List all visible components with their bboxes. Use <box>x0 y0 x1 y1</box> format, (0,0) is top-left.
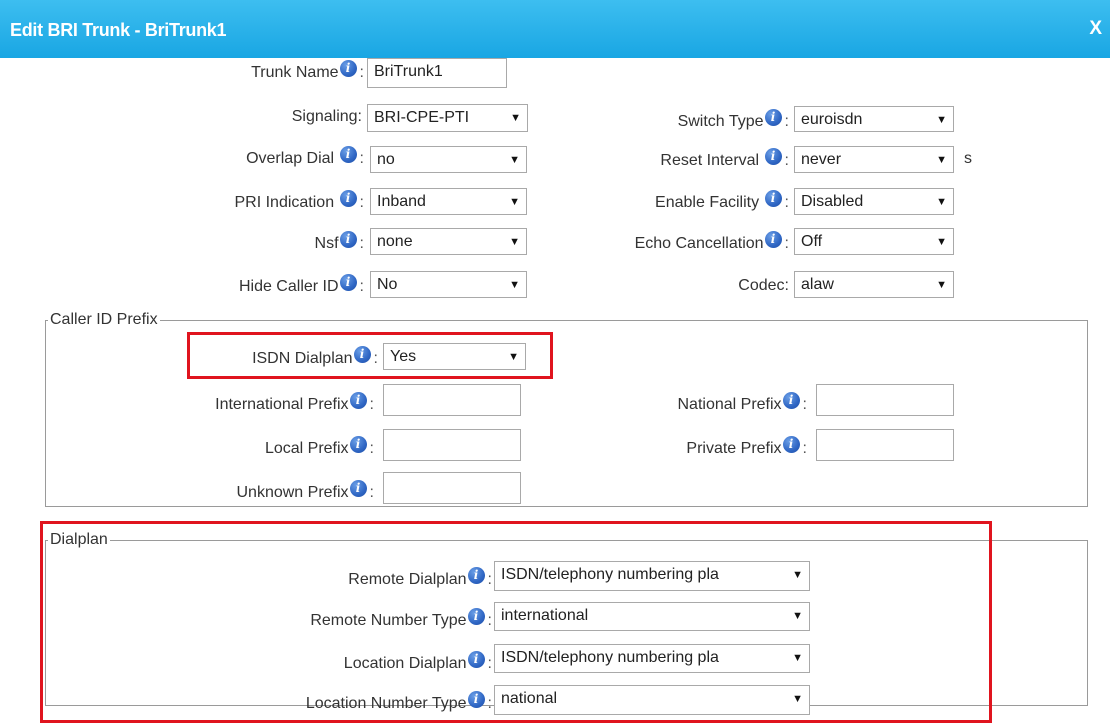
nsf-select[interactable]: none ▼ <box>370 228 527 255</box>
location-dialplan-label: Location Dialplan i: <box>343 651 492 672</box>
codec-label: Codec: <box>738 277 789 294</box>
switch-type-select[interactable]: euroisdn ▼ <box>794 106 954 132</box>
info-icon[interactable]: i <box>467 608 485 625</box>
national-prefix-input[interactable] <box>816 384 954 416</box>
remote-dialplan-label: Remote Dialplan i: <box>348 567 492 588</box>
chevron-down-icon: ▼ <box>936 196 947 208</box>
national-prefix-label: National Prefix i: <box>677 392 807 413</box>
info-icon[interactable]: i <box>349 392 367 409</box>
international-prefix-input[interactable] <box>383 384 521 416</box>
info-icon[interactable]: i <box>782 392 800 409</box>
echo-cancellation-select[interactable]: Off ▼ <box>794 228 954 255</box>
reset-interval-select[interactable]: never ▼ <box>794 146 954 173</box>
info-icon[interactable]: i <box>467 691 485 708</box>
reset-interval-unit: s <box>964 150 972 167</box>
overlap-dial-label: Overlap Dial i: <box>246 146 364 167</box>
pri-indication-select[interactable]: Inband ▼ <box>370 188 527 215</box>
chevron-down-icon: ▼ <box>792 693 803 705</box>
info-icon[interactable]: i <box>339 60 357 77</box>
international-prefix-label: International Prefix i: <box>215 392 374 413</box>
chevron-down-icon: ▼ <box>509 154 520 166</box>
unknown-prefix-input[interactable] <box>383 472 521 504</box>
enable-facility-label: Enable Facility i: <box>655 190 789 211</box>
local-prefix-label: Local Prefix i: <box>264 436 374 457</box>
chevron-down-icon: ▼ <box>509 236 520 248</box>
location-number-type-select[interactable]: national ▼ <box>494 685 810 715</box>
trunk-name-label: Trunk Name i: <box>251 60 364 81</box>
info-icon[interactable]: i <box>764 231 782 248</box>
trunk-name-input[interactable]: BriTrunk1 <box>367 58 507 88</box>
local-prefix-input[interactable] <box>383 429 521 461</box>
private-prefix-label: Private Prefix i: <box>686 436 807 457</box>
info-icon[interactable]: i <box>467 651 485 668</box>
enable-facility-select[interactable]: Disabled ▼ <box>794 188 954 215</box>
info-icon[interactable]: i <box>467 567 485 584</box>
remote-number-type-select[interactable]: international ▼ <box>494 602 810 631</box>
private-prefix-input[interactable] <box>816 429 954 461</box>
chevron-down-icon: ▼ <box>936 279 947 291</box>
unknown-prefix-label: Unknown Prefix i: <box>236 480 374 501</box>
codec-select[interactable]: alaw ▼ <box>794 271 954 298</box>
echo-cancellation-label: Echo Cancellation i: <box>634 231 789 252</box>
chevron-down-icon: ▼ <box>936 154 947 166</box>
info-icon[interactable]: i <box>764 148 782 165</box>
info-icon[interactable]: i <box>764 109 782 126</box>
isdn-dialplan-label: ISDN Dialplan i: <box>252 346 378 367</box>
signaling-select[interactable]: BRI-CPE-PTI ▼ <box>367 104 528 132</box>
remote-number-type-label: Remote Number Type i: <box>310 608 492 629</box>
chevron-down-icon: ▼ <box>510 112 521 124</box>
info-icon[interactable]: i <box>349 436 367 453</box>
dialog-title: Edit BRI Trunk - BriTrunk1 <box>10 20 227 40</box>
info-icon[interactable]: i <box>349 480 367 497</box>
chevron-down-icon: ▼ <box>936 236 947 248</box>
info-icon[interactable]: i <box>339 190 357 207</box>
chevron-down-icon: ▼ <box>792 569 803 581</box>
info-icon[interactable]: i <box>764 190 782 207</box>
hide-caller-id-label: Hide Caller ID i: <box>238 274 364 295</box>
info-icon[interactable]: i <box>339 274 357 291</box>
info-icon[interactable]: i <box>782 436 800 453</box>
info-icon[interactable]: i <box>339 146 357 163</box>
hide-caller-id-select[interactable]: No ▼ <box>370 271 527 298</box>
close-icon[interactable]: X <box>1089 18 1102 40</box>
remote-dialplan-select[interactable]: ISDN/telephony numbering pla ▼ <box>494 561 810 591</box>
info-icon[interactable]: i <box>339 231 357 248</box>
caller-id-prefix-legend: Caller ID Prefix <box>48 310 160 330</box>
chevron-down-icon: ▼ <box>936 114 947 126</box>
info-icon[interactable]: i <box>353 346 371 363</box>
chevron-down-icon: ▼ <box>792 610 803 622</box>
dialog-titlebar: Edit BRI Trunk - BriTrunk1 X <box>0 0 1110 58</box>
dialplan-legend: Dialplan <box>48 530 110 550</box>
chevron-down-icon: ▼ <box>508 351 519 363</box>
nsf-label: Nsf i: <box>314 231 364 252</box>
chevron-down-icon: ▼ <box>509 196 520 208</box>
pri-indication-label: PRI Indication i: <box>234 190 364 211</box>
overlap-dial-select[interactable]: no ▼ <box>370 146 527 173</box>
switch-type-label: Switch Type i: <box>677 109 789 130</box>
signaling-label: Signaling: <box>291 108 362 125</box>
location-dialplan-select[interactable]: ISDN/telephony numbering pla ▼ <box>494 644 810 673</box>
chevron-down-icon: ▼ <box>792 652 803 664</box>
isdn-dialplan-select[interactable]: Yes ▼ <box>383 343 526 370</box>
reset-interval-label: Reset Interval i: <box>660 148 789 169</box>
location-number-type-label: Location Number Type i: <box>305 691 492 712</box>
chevron-down-icon: ▼ <box>509 279 520 291</box>
